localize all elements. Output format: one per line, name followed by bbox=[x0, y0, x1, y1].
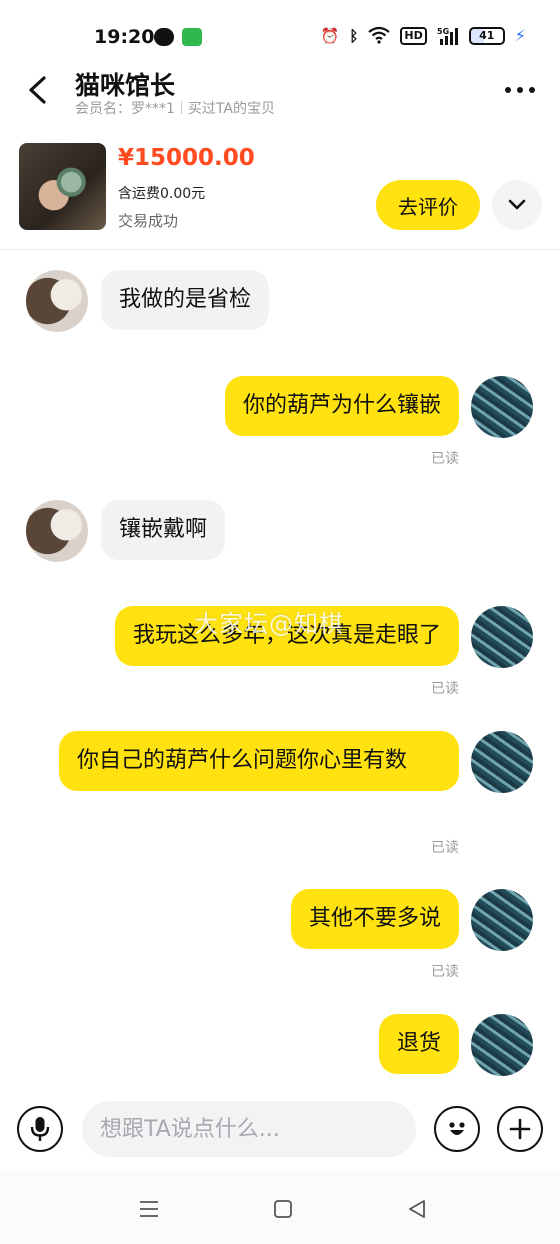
menu-icon bbox=[140, 1201, 158, 1217]
charging-icon: ⚡ bbox=[514, 26, 526, 45]
expand-order-button[interactable] bbox=[492, 180, 542, 230]
write-review-button[interactable]: 去评价 bbox=[376, 180, 480, 230]
read-receipt: 已读 bbox=[431, 964, 459, 980]
emoji-button[interactable] bbox=[434, 1106, 480, 1152]
member-name: 会员名：罗***1 bbox=[75, 101, 175, 117]
bluetooth-icon: ᛒ bbox=[349, 27, 359, 45]
user-avatar[interactable] bbox=[471, 376, 533, 438]
user-avatar[interactable] bbox=[471, 889, 533, 951]
wechat-icon bbox=[154, 28, 174, 46]
chevron-left-icon bbox=[29, 76, 46, 104]
shipping-info: 含运费0.00元 bbox=[118, 186, 206, 202]
smiley-icon bbox=[449, 1122, 465, 1135]
message-bubble[interactable]: 镶嵌戴啊 bbox=[101, 500, 226, 560]
page-title: 猫咪馆长 bbox=[75, 71, 176, 100]
more-actions-button[interactable] bbox=[497, 1106, 543, 1152]
message-bubble[interactable]: 你自己的葫芦什么问题你心里有数 bbox=[59, 731, 459, 791]
system-back-button[interactable] bbox=[402, 1194, 432, 1224]
chat-header: 猫咪馆长 会员名：罗***1 买过TA的宝贝 bbox=[0, 62, 560, 124]
divider bbox=[180, 101, 182, 114]
message-bubble[interactable]: 我做的是省检 bbox=[101, 270, 270, 330]
microphone-icon bbox=[30, 1117, 50, 1141]
message-bubble[interactable]: 其他不要多说 bbox=[290, 889, 459, 949]
message-input-bar bbox=[0, 1088, 560, 1170]
square-icon bbox=[274, 1200, 292, 1218]
message-app-icon bbox=[182, 28, 202, 46]
more-options-button[interactable] bbox=[502, 80, 538, 100]
transaction-status: 交易成功 bbox=[118, 212, 179, 230]
product-price: ¥15000.00 bbox=[118, 145, 255, 171]
system-nav-bar bbox=[0, 1170, 560, 1244]
alarm-icon: ⏰ bbox=[320, 27, 340, 45]
status-time: 19:20 bbox=[94, 26, 155, 48]
user-avatar[interactable] bbox=[471, 606, 533, 668]
battery-icon: 41 bbox=[468, 27, 505, 45]
dot-icon bbox=[505, 87, 511, 93]
voice-button[interactable] bbox=[17, 1106, 63, 1152]
message-bubble[interactable]: 退货 bbox=[378, 1014, 459, 1074]
plus-icon bbox=[509, 1118, 531, 1140]
back-button[interactable] bbox=[24, 70, 54, 110]
signal-5g-icon: 5G bbox=[437, 26, 459, 46]
page-subtitle: 会员名：罗***1 买过TA的宝贝 bbox=[75, 98, 275, 118]
dot-icon bbox=[529, 87, 535, 93]
chevron-down-icon bbox=[508, 199, 526, 210]
read-receipt: 已读 bbox=[431, 840, 459, 856]
read-receipt: 已读 bbox=[431, 681, 459, 697]
read-receipt: 已读 bbox=[431, 451, 459, 467]
seller-avatar[interactable] bbox=[26, 500, 88, 562]
user-avatar[interactable] bbox=[471, 1014, 533, 1076]
bought-items-link[interactable]: 买过TA的宝贝 bbox=[188, 101, 275, 117]
svg-text:5G: 5G bbox=[437, 27, 449, 36]
hd-icon: HD bbox=[400, 27, 427, 45]
status-icons: ⏰ ᛒ HD 5G 41 ⚡ bbox=[321, 26, 526, 46]
user-avatar[interactable] bbox=[471, 731, 533, 793]
dot-icon bbox=[517, 87, 523, 93]
seller-avatar[interactable] bbox=[26, 270, 88, 332]
triangle-back-icon bbox=[409, 1200, 425, 1218]
product-thumbnail[interactable] bbox=[19, 143, 106, 230]
wifi-icon bbox=[368, 26, 391, 46]
watermark: 大家坛@知棋 bbox=[194, 610, 344, 638]
message-bubble[interactable]: 你的葫芦为什么镶嵌 bbox=[224, 376, 459, 436]
message-input[interactable] bbox=[82, 1101, 416, 1157]
order-card[interactable]: ¥15000.00 含运费0.00元 交易成功 去评价 bbox=[0, 140, 560, 250]
home-button[interactable] bbox=[268, 1194, 298, 1224]
recent-apps-button[interactable] bbox=[134, 1194, 164, 1224]
